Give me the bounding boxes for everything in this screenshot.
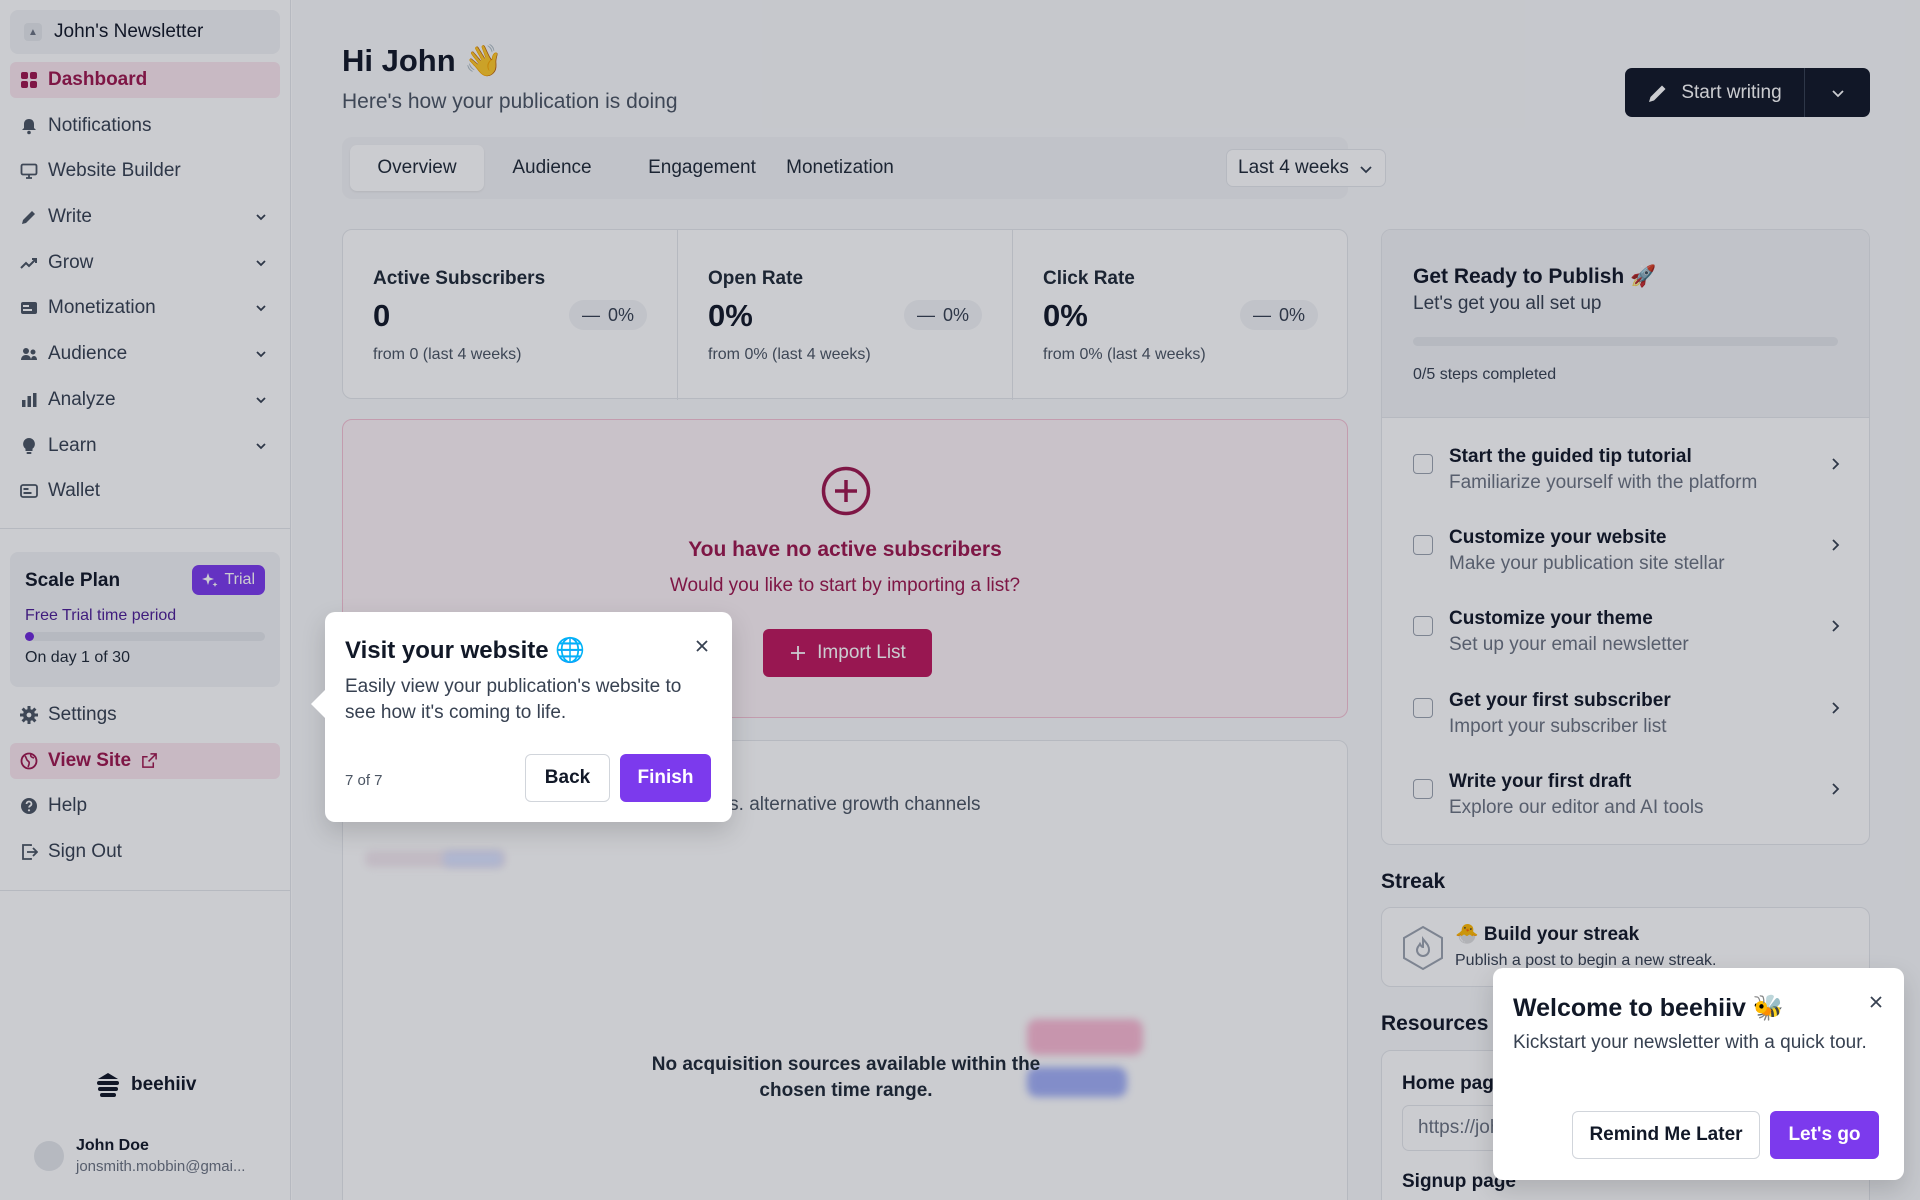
- welcome-body: Kickstart your newsletter with a quick t…: [1513, 1032, 1867, 1053]
- remind-me-later-button[interactable]: Remind Me Later: [1572, 1111, 1760, 1159]
- tour-body: Easily view your publication's website t…: [345, 676, 682, 723]
- lets-go-button[interactable]: Let's go: [1770, 1111, 1879, 1159]
- tour-finish-button[interactable]: Finish: [620, 754, 711, 802]
- tour-step-counter: 7 of 7: [345, 772, 383, 789]
- tour-popover: Visit your website 🌐 Easily view your pu…: [311, 612, 732, 822]
- tour-back-button[interactable]: Back: [525, 754, 610, 802]
- welcome-popup: Welcome to beehiiv 🐝 Kickstart your news…: [1493, 968, 1904, 1180]
- close-icon[interactable]: [694, 638, 710, 654]
- welcome-title: Welcome to beehiiv 🐝: [1513, 994, 1785, 1022]
- close-icon[interactable]: [1868, 994, 1884, 1010]
- tour-title: Visit your website 🌐: [345, 637, 586, 664]
